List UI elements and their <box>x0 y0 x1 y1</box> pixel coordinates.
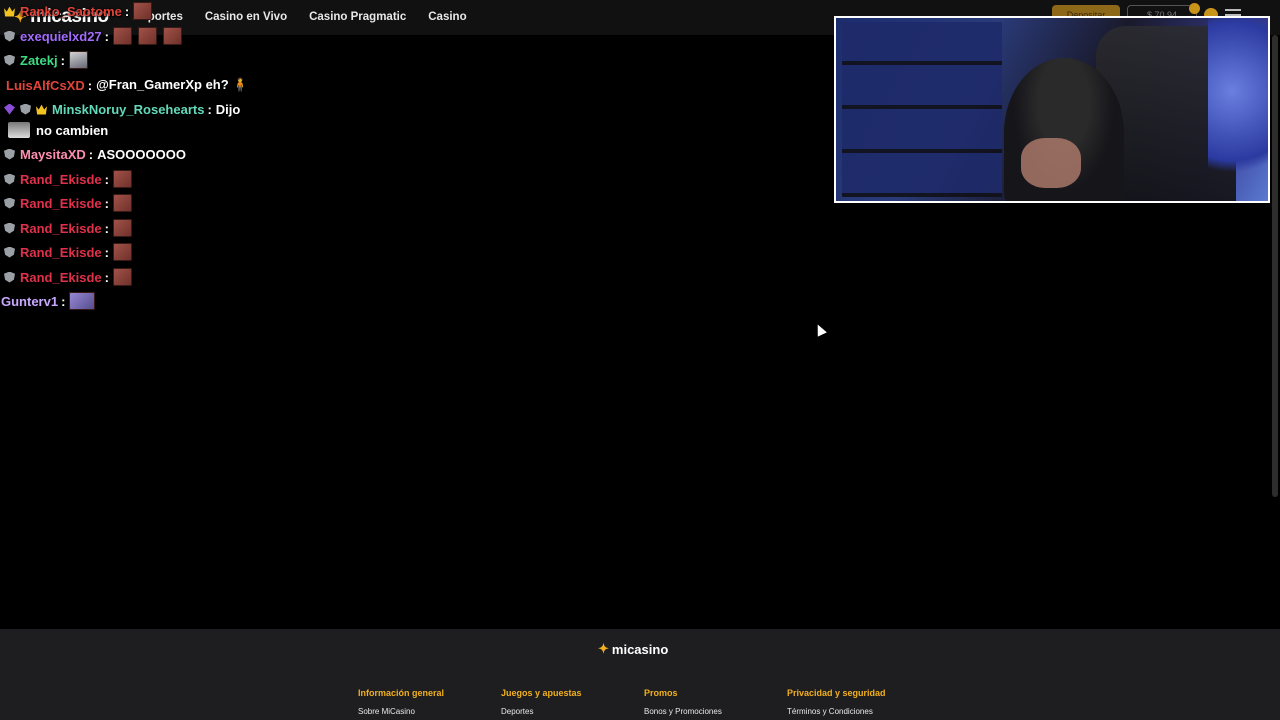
shield-badge-icon <box>4 197 15 209</box>
chat-emote-icon <box>113 170 132 188</box>
footer-link[interactable]: Deportes <box>501 707 644 716</box>
shield-badge-icon <box>20 103 31 115</box>
chat-avatar-icon <box>8 122 30 138</box>
chat-message: LuisAlfCsXD: @Fran_GamerXp eh? 🧍 <box>6 74 248 96</box>
chat-username[interactable]: MinskNoruy_Rosehearts <box>52 102 204 117</box>
chat-username[interactable]: Ranko_Saotome <box>20 4 122 19</box>
chat-username[interactable]: Rand_Ekisde <box>20 172 102 187</box>
collectibles-shelf <box>842 22 1002 197</box>
chat-message: Rand_Ekisde: <box>4 217 138 239</box>
shield-badge-icon <box>4 173 15 185</box>
chat-username[interactable]: Gunterv1 <box>1 294 58 309</box>
chat-separator: : <box>207 101 212 117</box>
shield-badge-icon <box>4 30 15 42</box>
chat-message: Rand_Ekisde: <box>4 168 138 190</box>
footer-col-privacy: Privacidad y seguridad Términos y Condic… <box>787 688 930 716</box>
chat-username[interactable]: Rand_Ekisde <box>20 196 102 211</box>
decor-plant <box>1208 18 1268 201</box>
chat-separator: : <box>104 28 109 44</box>
gem-badge-icon <box>4 103 15 115</box>
chat-separator: : <box>104 244 109 260</box>
chat-separator: : <box>104 195 109 211</box>
chat-message: Ranko_Saotome: <box>4 0 158 22</box>
chat-message: exequielxd27: <box>4 25 188 47</box>
chat-emote-icon <box>69 292 96 310</box>
footer-logo-text: micasino <box>611 641 669 657</box>
chat-emote-icon <box>113 243 132 261</box>
mouse-cursor-icon <box>813 322 827 337</box>
nav-casino-en-vivo[interactable]: Casino en Vivo <box>205 11 287 23</box>
footer-logo-mark-icon: ✦ <box>598 641 609 656</box>
nav-casino-pragmatic[interactable]: Casino Pragmatic <box>309 11 406 23</box>
chat-message: MaysitaXD: ASOOOOOOO <box>4 143 186 165</box>
chat-message: Rand_Ekisde: <box>4 192 138 214</box>
streamer-hand <box>1021 138 1081 188</box>
footer-col-promos: Promos Bonos y Promociones <box>644 688 787 716</box>
footer-link[interactable]: Bonos y Promociones <box>644 707 787 716</box>
chat-message: Rand_Ekisde: <box>4 266 138 288</box>
chat-separator: : <box>104 171 109 187</box>
nav-casino[interactable]: Casino <box>428 11 466 23</box>
chat-separator: : <box>60 52 65 68</box>
footer-heading: Juegos y apuestas <box>501 688 582 698</box>
shield-badge-icon <box>4 222 15 234</box>
chat-username[interactable]: MaysitaXD <box>20 147 86 162</box>
footer-columns: Información general Sobre MiCasino Juego… <box>358 688 930 716</box>
footer-heading: Promos <box>644 688 678 698</box>
chat-emote-icon <box>138 27 157 45</box>
chat-separator: : <box>88 146 94 162</box>
chat-emote-icon <box>113 194 132 212</box>
crown-badge-icon <box>36 104 47 115</box>
chat-separator: : <box>124 3 130 19</box>
chat-text: no cambien <box>36 122 109 138</box>
shield-badge-icon <box>4 54 15 66</box>
chat-emote-icon <box>133 2 153 20</box>
footer-link[interactable]: Términos y Condiciones <box>787 707 930 716</box>
chat-username[interactable]: Rand_Ekisde <box>20 245 102 260</box>
chat-text: ASOOOOOOO <box>97 146 186 162</box>
footer-logo[interactable]: ✦ micasino <box>598 641 668 657</box>
chat-message: Rand_Ekisde: <box>4 241 138 263</box>
chat-separator: : <box>104 220 109 236</box>
page-scrollbar[interactable] <box>1272 35 1278 497</box>
chat-username[interactable]: exequielxd27 <box>20 29 102 44</box>
chat-emote-icon <box>113 219 132 237</box>
chat-message: Zatekj: <box>4 49 94 71</box>
shield-badge-icon <box>4 246 15 258</box>
chat-username[interactable]: Zatekj <box>20 53 58 68</box>
chat-username[interactable]: LuisAlfCsXD <box>6 78 85 93</box>
footer-heading: Privacidad y seguridad <box>787 688 886 698</box>
chat-message: Gunterv1: <box>1 290 101 312</box>
chat-message: MinskNoruy_Rosehearts: Dijo <box>4 98 240 120</box>
chat-separator: : <box>104 269 109 285</box>
chat-text: Dijo <box>215 101 241 117</box>
chat-message: no cambien <box>4 119 108 141</box>
main-nav: Deportes Casino en Vivo Casino Pragmatic… <box>133 11 467 23</box>
coin-icon <box>1189 3 1200 14</box>
chat-emote-icon <box>68 51 88 69</box>
chat-username[interactable]: Rand_Ekisde <box>20 221 102 236</box>
footer-col-info: Información general Sobre MiCasino <box>358 688 501 716</box>
chat-separator: : <box>61 293 66 309</box>
site-footer: ✦ micasino Información general Sobre MiC… <box>0 629 1280 720</box>
chat-text: @Fran_GamerXp eh? 🧍 <box>96 77 249 92</box>
chat-separator: : <box>87 77 93 93</box>
webcam-overlay <box>834 16 1270 203</box>
chat-emote-icon <box>113 27 132 45</box>
shield-badge-icon <box>4 148 15 160</box>
footer-col-games: Juegos y apuestas Deportes <box>501 688 644 716</box>
chat-emote-icon <box>163 27 182 45</box>
shield-badge-icon <box>4 271 15 283</box>
footer-link[interactable]: Sobre MiCasino <box>358 707 501 716</box>
footer-heading: Información general <box>358 688 445 698</box>
crown-badge-icon <box>4 6 15 17</box>
chat-emote-icon <box>113 268 132 286</box>
chat-username[interactable]: Rand_Ekisde <box>20 270 102 285</box>
